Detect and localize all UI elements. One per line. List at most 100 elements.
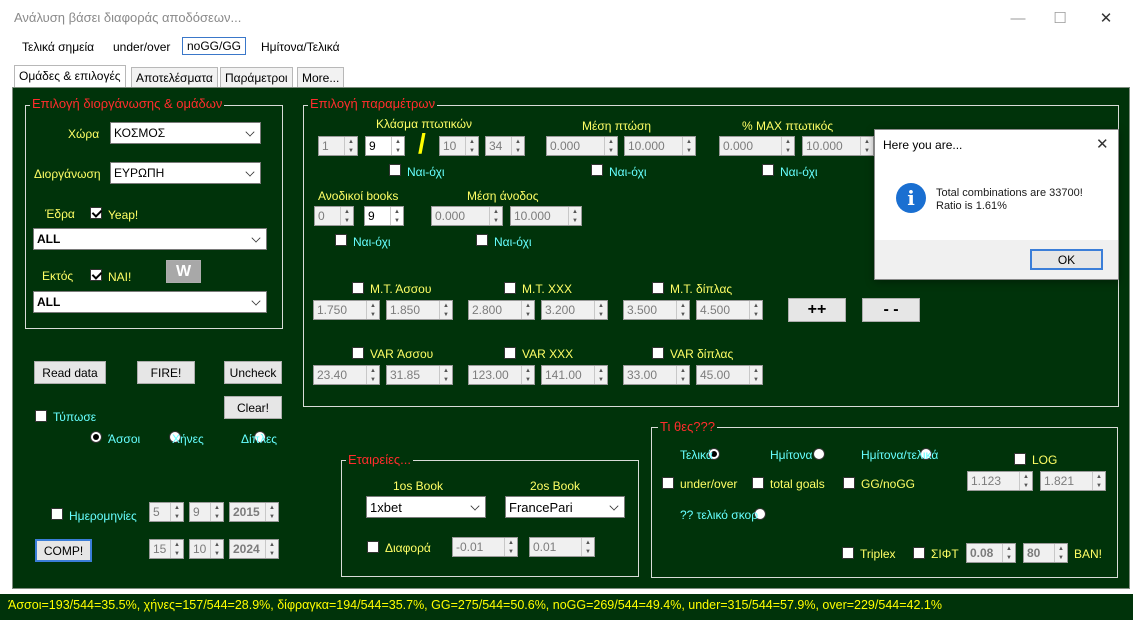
from-year-stepper[interactable]: 2015 ▲ ▼ [229,502,279,522]
clear-button[interactable]: Clear! [224,396,282,419]
halftime-final-label: Ημίτονα/τελικά [861,448,939,462]
mean-drop-max-stepper[interactable]: 10.000 ▲ ▼ [624,136,696,156]
chevron-down-icon [251,233,261,243]
to-day-stepper[interactable]: 15 ▲ ▼ [149,539,184,559]
mean-up-yesno-checkbox[interactable] [476,234,488,246]
var-doubles-max-stepper[interactable]: 45.00 ▲ ▼ [696,365,763,385]
away-team-select[interactable]: ALL [33,291,267,313]
bets-group-title: Τι θες??? [658,419,717,434]
mt-xxx-max-stepper[interactable]: 3.200 ▲ ▼ [541,300,608,320]
diff-min-stepper[interactable]: -0.01 ▲ ▼ [452,537,518,557]
max-drop-yesno-checkbox[interactable] [762,164,774,176]
fraction-d-stepper[interactable]: 34 ▲ ▼ [485,136,525,156]
home-checkbox[interactable] [90,207,102,219]
uncheck-button[interactable]: Uncheck [224,361,282,384]
under-over-checkbox[interactable] [662,477,674,489]
league-select[interactable]: ΕΥΡΩΠΗ [110,162,261,184]
home-check-label: Yeap! [108,208,139,222]
up-books-yesno-checkbox[interactable] [335,234,347,246]
up-books-min-stepper[interactable]: 0 ▲ ▼ [314,206,354,226]
tab-results[interactable]: Αποτελέσματα [131,67,218,88]
mt-aces-label: Μ.Τ. Άσσου [370,282,432,296]
teams-group-title: Επιλογή διοργάνωσης & ομάδων [30,96,225,111]
mean-drop-min-stepper[interactable]: 0.000 ▲ ▼ [546,136,618,156]
print-aces-radio[interactable] [90,431,102,443]
var-doubles-checkbox[interactable] [652,347,664,359]
fraction-a-stepper[interactable]: 1 ▲ ▼ [318,136,358,156]
tab-parameters[interactable]: Παράμετροι [220,67,293,88]
country-select[interactable]: ΚΟΣΜΟΣ [110,122,261,144]
stepper-arrows-icon: ▲ ▼ [340,207,353,225]
fraction-c-stepper[interactable]: 10 ▲ ▼ [439,136,479,156]
up-books-max-stepper[interactable]: 9 ▲ ▼ [364,206,404,226]
var-xxx-min-stepper[interactable]: 123.00 ▲ ▼ [468,365,535,385]
left-strip [0,60,12,620]
fraction-yesno-checkbox[interactable] [389,164,401,176]
menu-under-over[interactable]: under/over [113,40,170,54]
max-drop-min-stepper[interactable]: 0.000 ▲ ▼ [719,136,795,156]
var-aces-checkbox[interactable] [352,347,364,359]
print-checkbox[interactable] [35,410,47,422]
home-label: Έδρα [45,207,75,221]
close-button[interactable]: ✕ [1083,0,1129,36]
total-goals-checkbox[interactable] [752,477,764,489]
stepper-arrows-icon: ▲ ▼ [504,538,517,556]
var-xxx-checkbox[interactable] [504,347,516,359]
comp-button[interactable]: COMP! [35,539,92,562]
sift-count-value: 80 [1027,546,1041,560]
var-aces-min-stepper[interactable]: 23.40 ▲ ▼ [313,365,380,385]
log-max-stepper[interactable]: 1.821 ▲ ▼ [1040,471,1106,491]
book2-select[interactable]: FrancePari [505,496,625,518]
sift-checkbox[interactable] [913,547,925,559]
dialog-close-button[interactable]: ✕ [1096,135,1109,153]
sift-ratio-stepper[interactable]: 0.08 ▲ ▼ [966,543,1016,563]
maximize-button[interactable]: ☐ [1037,0,1083,36]
dates-checkbox[interactable] [51,508,63,520]
stepper-arrows-icon: ▲ ▼ [465,137,478,155]
var-doubles-min-stepper[interactable]: 33.00 ▲ ▼ [623,365,690,385]
log-checkbox[interactable] [1014,453,1026,465]
mean-up-min-stepper[interactable]: 0.000 ▲ ▼ [431,206,503,226]
diff-max-stepper[interactable]: 0.01 ▲ ▼ [529,537,595,557]
fire-button[interactable]: FIRE! [137,361,195,384]
var-aces-max-stepper[interactable]: 31.85 ▲ ▼ [386,365,453,385]
mt-xxx-min-stepper[interactable]: 2.800 ▲ ▼ [468,300,535,320]
decrease-all-button[interactable]: - - [862,298,920,322]
menu-final-points[interactable]: Τελικά σημεία [22,40,94,54]
mt-doubles-checkbox[interactable] [652,282,664,294]
book1-select[interactable]: 1xbet [366,496,486,518]
log-min-stepper[interactable]: 1.123 ▲ ▼ [967,471,1033,491]
fraction-b-stepper[interactable]: 9 ▲ ▼ [365,136,405,156]
w-button[interactable]: W [166,260,201,283]
mt-aces-max-stepper[interactable]: 1.850 ▲ ▼ [386,300,453,320]
mt-doubles-min-stepper[interactable]: 3.500 ▲ ▼ [623,300,690,320]
max-drop-max-stepper[interactable]: 10.000 ▲ ▼ [802,136,874,156]
gg-nogg-checkbox[interactable] [843,477,855,489]
away-checkbox[interactable] [90,269,102,281]
from-day-stepper[interactable]: 5 ▲ ▼ [149,502,184,522]
to-year-stepper[interactable]: 2024 ▲ ▼ [229,539,279,559]
increase-all-button[interactable]: ++ [788,298,846,322]
from-month-stepper[interactable]: 9 ▲ ▼ [189,502,224,522]
mt-aces-min-stepper[interactable]: 1.750 ▲ ▼ [313,300,380,320]
minimize-button[interactable]: — [995,0,1041,36]
read-data-button[interactable]: Read data [34,361,106,384]
away-team-value: ALL [37,295,61,309]
mt-aces-checkbox[interactable] [352,282,364,294]
triplex-checkbox[interactable] [842,547,854,559]
sift-count-stepper[interactable]: 80 ▲ ▼ [1023,543,1068,563]
tab-more[interactable]: More... [297,67,345,88]
mean-drop-yesno-checkbox[interactable] [591,164,603,176]
home-team-select[interactable]: ALL [33,228,267,250]
mt-doubles-max-stepper[interactable]: 4.500 ▲ ▼ [696,300,763,320]
menu-nogg-gg[interactable]: noGG/GG [182,37,247,55]
mean-up-max-stepper[interactable]: 10.000 ▲ ▼ [510,206,582,226]
mt-xxx-checkbox[interactable] [504,282,516,294]
ban-label: BAN! [1074,547,1103,561]
menu-halftime-final[interactable]: Ημίτονα/Τελικά [261,40,340,54]
dialog-ok-button[interactable]: OK [1030,249,1103,270]
tab-teams-options[interactable]: Ομάδες & επιλογές [14,65,126,89]
var-xxx-max-stepper[interactable]: 141.00 ▲ ▼ [541,365,608,385]
to-month-stepper[interactable]: 10 ▲ ▼ [189,539,224,559]
diff-checkbox[interactable] [367,541,379,553]
